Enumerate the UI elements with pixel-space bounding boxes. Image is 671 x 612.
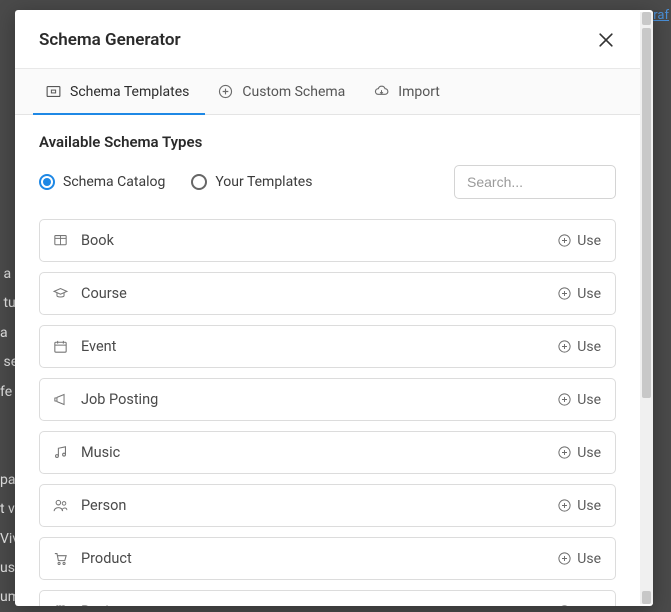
schema-item-job-posting[interactable]: Job Posting Use	[39, 378, 616, 421]
plus-circle-icon	[557, 498, 572, 513]
megaphone-icon	[52, 391, 69, 408]
use-button[interactable]: Use	[557, 604, 601, 607]
cart-icon	[52, 550, 69, 567]
use-button[interactable]: Use	[557, 286, 601, 302]
radio-label: Schema Catalog	[63, 174, 165, 190]
schema-generator-modal: Schema Generator Schema Templates	[15, 10, 653, 606]
radio-dot-icon	[191, 174, 207, 190]
schema-list: Book Use Course	[39, 219, 616, 606]
plus-circle-icon	[557, 551, 572, 566]
tab-label: Custom Schema	[242, 84, 345, 100]
schema-item-recipe[interactable]: Recipe Use	[39, 590, 616, 606]
radio-your-templates[interactable]: Your Templates	[191, 174, 312, 190]
section-title: Available Schema Types	[39, 133, 616, 151]
plus-circle-icon	[557, 233, 572, 248]
background-link[interactable]: raf	[653, 8, 669, 23]
tab-import[interactable]: Import	[361, 69, 456, 115]
schema-item-product[interactable]: Product Use	[39, 537, 616, 580]
schema-item-label: Product	[81, 550, 132, 567]
use-button[interactable]: Use	[557, 551, 601, 567]
templates-icon	[45, 83, 62, 100]
schema-item-label: Job Posting	[81, 391, 158, 408]
close-button[interactable]	[596, 30, 616, 50]
search-input[interactable]	[454, 165, 616, 199]
schema-item-label: Music	[81, 444, 120, 461]
use-label: Use	[577, 498, 601, 514]
plus-circle-icon	[557, 604, 572, 606]
plus-circle-icon	[557, 286, 572, 301]
use-button[interactable]: Use	[557, 339, 601, 355]
cloud-import-icon	[373, 83, 390, 100]
schema-item-label: Event	[81, 338, 116, 355]
event-icon	[52, 338, 69, 355]
schema-item-label: Course	[81, 285, 127, 302]
schema-item-event[interactable]: Event Use	[39, 325, 616, 368]
schema-item-person[interactable]: Person Use	[39, 484, 616, 527]
tab-schema-templates[interactable]: Schema Templates	[33, 69, 205, 115]
use-label: Use	[577, 339, 601, 355]
schema-item-label: Recipe	[81, 603, 125, 606]
radio-schema-catalog[interactable]: Schema Catalog	[39, 174, 165, 190]
use-button[interactable]: Use	[557, 233, 601, 249]
use-label: Use	[577, 233, 601, 249]
use-label: Use	[577, 445, 601, 461]
tab-custom-schema[interactable]: Custom Schema	[205, 69, 361, 115]
plus-circle-icon	[557, 392, 572, 407]
book-icon	[52, 232, 69, 249]
plus-circle-icon	[217, 83, 234, 100]
use-label: Use	[577, 604, 601, 607]
use-button[interactable]: Use	[557, 445, 601, 461]
tab-label: Schema Templates	[70, 84, 189, 100]
use-button[interactable]: Use	[557, 498, 601, 514]
modal-scrollbar[interactable]	[640, 12, 653, 604]
schema-item-course[interactable]: Course Use	[39, 272, 616, 315]
schema-item-book[interactable]: Book Use	[39, 219, 616, 262]
radio-label: Your Templates	[215, 174, 312, 190]
schema-item-music[interactable]: Music Use	[39, 431, 616, 474]
use-label: Use	[577, 286, 601, 302]
modal-title: Schema Generator	[39, 30, 181, 50]
recipe-icon	[52, 603, 69, 606]
close-icon	[596, 30, 616, 50]
plus-circle-icon	[557, 445, 572, 460]
use-label: Use	[577, 551, 601, 567]
schema-item-label: Book	[81, 232, 114, 249]
schema-item-label: Person	[81, 497, 126, 514]
person-icon	[52, 497, 69, 514]
radio-dot-icon	[39, 174, 55, 190]
plus-circle-icon	[557, 339, 572, 354]
music-icon	[52, 444, 69, 461]
course-icon	[52, 285, 69, 302]
use-label: Use	[577, 392, 601, 408]
use-button[interactable]: Use	[557, 392, 601, 408]
tabs: Schema Templates Custom Schema Import	[15, 68, 640, 115]
tab-label: Import	[398, 84, 440, 100]
